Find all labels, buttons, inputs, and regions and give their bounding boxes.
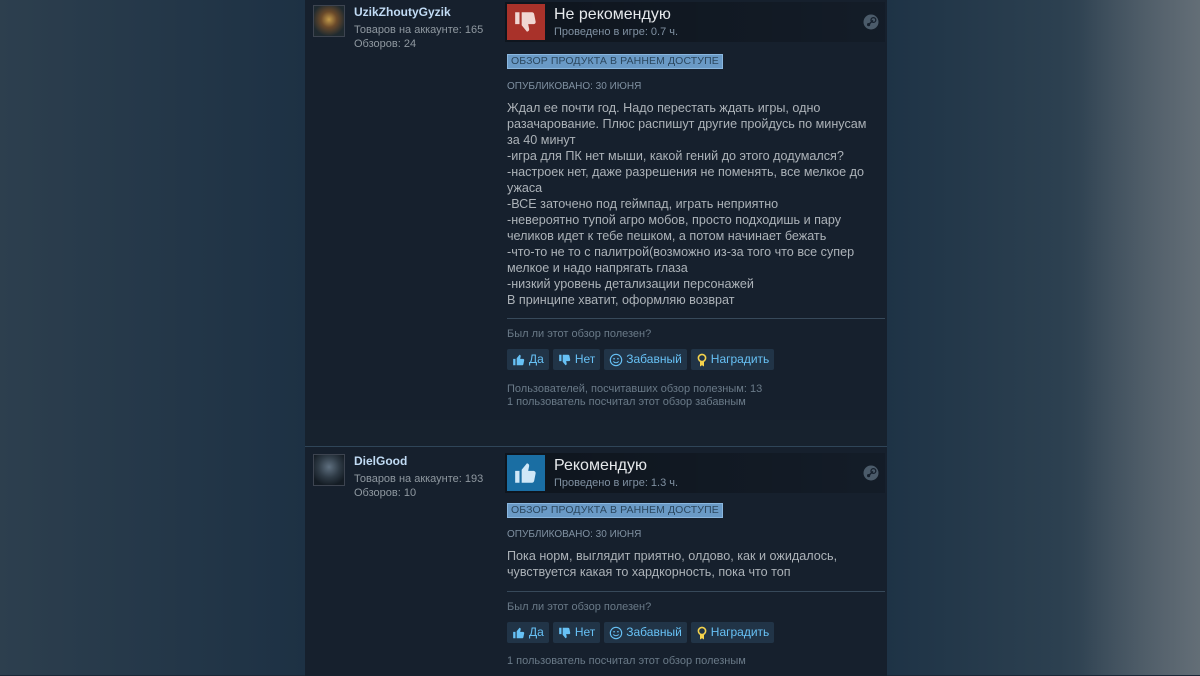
verdict-title: Рекомендую	[554, 457, 648, 474]
steam-icon	[863, 465, 879, 481]
smiley-icon	[609, 626, 623, 639]
yes-button[interactable]: Да	[507, 349, 549, 370]
divider	[507, 591, 885, 592]
helpful-question: Был ли этот обзор полезен?	[507, 328, 652, 340]
funny-button[interactable]: Забавный	[604, 349, 687, 370]
playtime: Проведено в игре: 1.3 ч.	[554, 477, 679, 489]
background-left	[0, 0, 305, 675]
vote-buttons: Да Нет Забавный Наградить	[507, 349, 775, 370]
yes-label: Да	[529, 352, 544, 366]
vote-header[interactable]: Не рекомендую Проведено в игре: 0.7 ч.	[505, 2, 885, 42]
reviewer-name[interactable]: DielGood	[354, 454, 407, 468]
posted-date: ОПУБЛИКОВАНО: 30 ИЮНЯ	[507, 529, 642, 540]
early-access-badge: ОБЗОР ПРОДУКТА В РАННЕМ ДОСТУПЕ	[507, 54, 723, 69]
award-button[interactable]: Наградить	[690, 349, 775, 370]
helpful-question: Был ли этот обзор полезен?	[507, 601, 652, 613]
award-button[interactable]: Наградить	[690, 622, 775, 643]
award-icon	[697, 626, 707, 639]
review-text: Ждал ее почти год. Надо перестать ждать …	[507, 101, 867, 307]
divider	[507, 318, 885, 319]
thumbs-down-icon	[558, 354, 571, 365]
award-icon	[697, 353, 707, 366]
no-label: Нет	[574, 625, 596, 639]
vote-header[interactable]: Рекомендую Проведено в игре: 1.3 ч.	[505, 453, 885, 493]
avatar[interactable]	[313, 5, 345, 37]
verdict-title: Не рекомендую	[554, 6, 671, 23]
no-button[interactable]: Нет	[552, 622, 601, 643]
funny-label: Забавный	[626, 352, 682, 366]
thumbs-down-icon	[558, 627, 571, 638]
smiley-icon	[609, 353, 623, 366]
steam-icon	[863, 14, 879, 30]
review-card: UzikZhoutyGyzik Товаров на аккаунте: 165…	[305, 0, 887, 420]
background-right	[887, 0, 1200, 675]
award-label: Наградить	[710, 625, 770, 639]
helpful-stats: Пользователей, посчитавших обзор полезны…	[507, 383, 763, 395]
thumbs-up-icon	[513, 354, 525, 365]
yes-label: Да	[529, 625, 544, 639]
funny-label: Забавный	[626, 625, 682, 639]
products-count[interactable]: Товаров на аккаунте: 193	[354, 472, 483, 486]
award-label: Наградить	[710, 352, 770, 366]
vote-buttons: Да Нет Забавный Наградить	[507, 622, 775, 643]
yes-button[interactable]: Да	[507, 622, 549, 643]
reviews-count[interactable]: Обзоров: 24	[354, 37, 416, 51]
reviewer-name[interactable]: UzikZhoutyGyzik	[354, 5, 451, 19]
posted-date: ОПУБЛИКОВАНО: 30 ИЮНЯ	[507, 81, 642, 92]
products-count[interactable]: Товаров на аккаунте: 165	[354, 23, 483, 37]
thumbs-up-icon	[507, 455, 545, 491]
thumbs-up-icon	[513, 627, 525, 638]
avatar[interactable]	[313, 454, 345, 486]
no-label: Нет	[574, 352, 596, 366]
review-card: DielGood Товаров на аккаунте: 193 Обзоро…	[305, 446, 887, 676]
playtime: Проведено в игре: 0.7 ч.	[554, 26, 679, 38]
no-button[interactable]: Нет	[552, 349, 601, 370]
early-access-badge: ОБЗОР ПРОДУКТА В РАННЕМ ДОСТУПЕ	[507, 503, 723, 518]
reviews-count[interactable]: Обзоров: 10	[354, 486, 416, 500]
thumbs-down-icon	[507, 4, 545, 40]
funny-button[interactable]: Забавный	[604, 622, 687, 643]
helpful-stats: 1 пользователь посчитал этот обзор полез…	[507, 655, 746, 667]
funny-stats: 1 пользователь посчитал этот обзор забав…	[507, 396, 746, 408]
review-text: Пока норм, выглядит приятно, олдово, как…	[507, 549, 838, 579]
